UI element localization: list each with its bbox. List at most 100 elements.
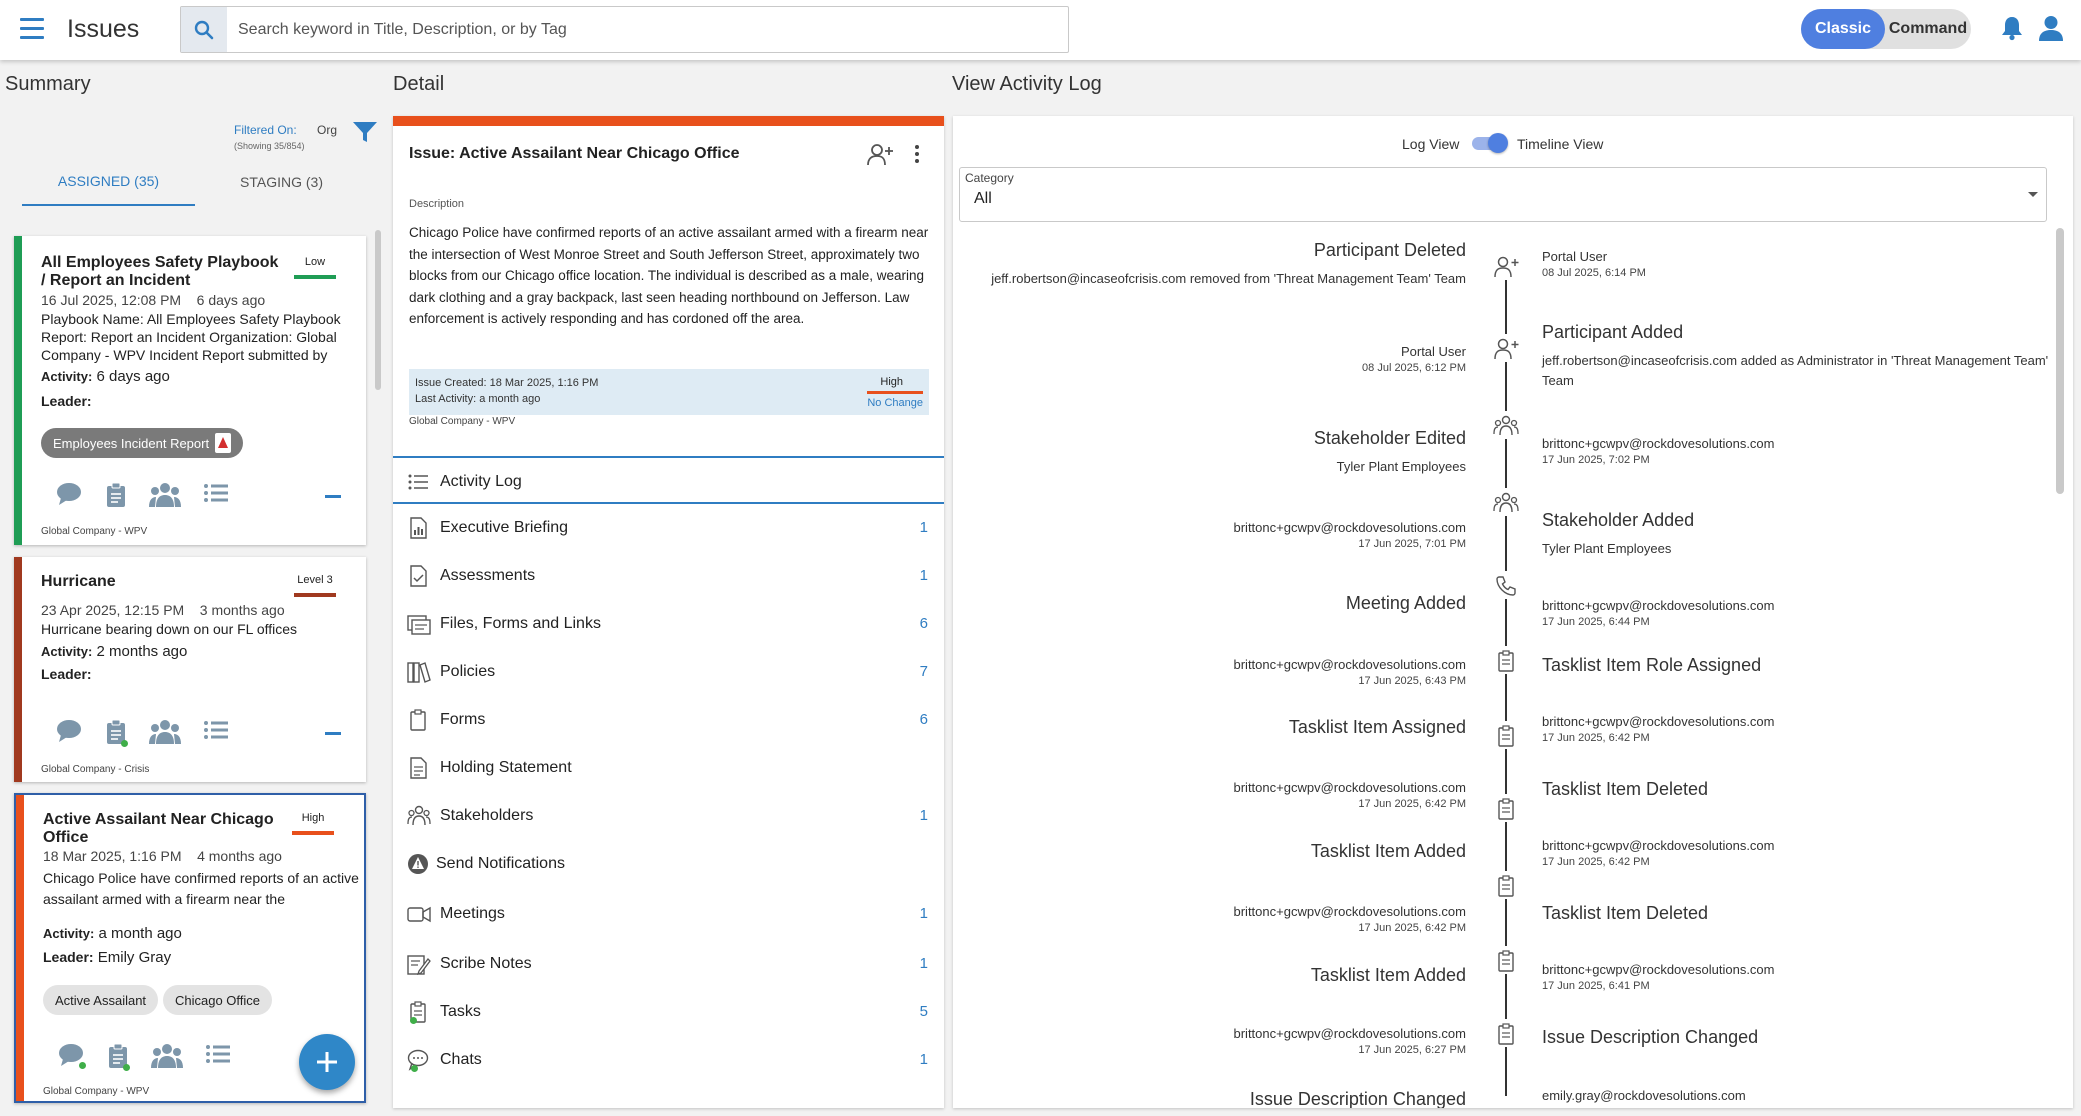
card-org: Global Company - WPV [43,1086,150,1097]
bell-icon[interactable] [2000,15,2024,46]
report-doc-icon [407,517,429,539]
tab-assigned[interactable]: ASSIGNED (35) [22,158,195,206]
card-activity: Activity: a month ago [43,925,182,942]
card-color-bar [14,236,22,545]
priority-color-bar [393,116,944,126]
log-event: Tasklist Item Assigned [1288,717,1466,737]
search-bar[interactable] [180,6,1069,53]
log-event: Tasklist Item Added [1310,965,1466,985]
clipboard-icon[interactable] [108,1043,130,1074]
app-title: Issues [67,15,140,43]
log-event-meta: brittonc+gcwpv@rockdovesolutions.com 17 … [1542,714,1775,744]
summary-scrollbar[interactable] [375,230,381,390]
list-icon[interactable] [203,482,229,509]
issue-description: Chicago Police have confirmed reports of… [409,225,929,326]
chat-bubble-icon[interactable] [56,482,82,511]
tag-chip[interactable]: Active Assailant [43,985,159,1015]
log-scrollbar[interactable] [2056,228,2064,494]
tag-chip[interactable]: Chicago Office [163,985,273,1015]
filter-count: (Showing 35/854) [234,141,305,151]
classic-mode-button[interactable]: Classic [1801,9,1885,49]
activity-log-panel: Log View Timeline View Category All Part… [953,116,2073,1108]
issue-card[interactable]: Hurricane Level 3 23 Apr 2025, 12:15 PM … [14,557,366,782]
log-event: Stakeholder Edited Tyler Plant Employees [1313,428,1466,474]
stakeholders-icon [407,805,431,827]
category-select[interactable]: Category All [959,167,2047,222]
card-activity: Activity: 2 months ago [41,643,188,660]
search-icon[interactable] [181,7,227,52]
assessment-doc-icon [407,565,429,587]
priority-badge: High [292,812,334,835]
collapse-icon[interactable] [325,495,341,498]
tasks-clipboard-icon [407,1001,429,1024]
clipboard-icon[interactable] [106,719,128,750]
collapse-icon[interactable] [325,732,341,735]
chat-bubble-icon[interactable] [56,719,82,748]
menu-chats[interactable]: Chats 1 [393,1036,944,1084]
menu-executive-briefing[interactable]: Executive Briefing 1 [393,504,944,552]
stakeholders-icon [1493,490,1519,516]
log-event-meta: brittonc+gcwpv@rockdovesolutions.com 17 … [1233,657,1467,687]
tab-staging[interactable]: STAGING (3) [195,158,368,206]
list-icon [407,471,429,493]
menu-stakeholders[interactable]: Stakeholders 1 [393,792,944,840]
card-title: All Employees Safety Playbook / Report a… [41,254,279,289]
log-event: Issue Description Changed [1542,1027,1759,1047]
command-mode-button[interactable]: Command [1885,9,1971,49]
card-leader: Leader: Emily Gray [43,949,172,966]
dropdown-arrow-icon[interactable] [2028,192,2038,197]
add-participant-icon[interactable] [866,143,894,172]
filter-funnel-icon[interactable] [352,120,378,149]
people-group-icon[interactable] [149,719,181,750]
log-event-meta: brittonc+gcwpv@rockdovesolutions.com 17 … [1233,1026,1467,1056]
people-group-icon[interactable] [151,1043,183,1074]
top-bar: Issues Classic Command [0,0,2081,60]
tag-chip[interactable]: Employees Incident Report [41,428,244,458]
detail-panel: Issue: Active Assailant Near Chicago Off… [393,116,944,1108]
view-switch[interactable] [1470,133,1508,153]
priority-label: High [880,376,903,388]
view-mode-toggle[interactable]: Classic Command [1801,9,1971,49]
card-date: 23 Apr 2025, 12:15 PM 3 months ago [41,602,285,618]
menu-holding-statement[interactable]: Holding Statement [393,744,944,792]
filter-label: Filtered On: [234,123,297,137]
log-event: Stakeholder Added Tyler Plant Employees [1542,510,1695,556]
card-leader: Leader: [41,393,92,409]
menu-activity-log[interactable]: Activity Log [393,456,944,504]
hamburger-menu-icon[interactable] [20,18,44,40]
clipboard-icon[interactable] [106,482,126,513]
files-icon [407,613,431,635]
log-event-meta: Portal User 08 Jul 2025, 6:12 PM [1362,344,1466,374]
priority-change[interactable]: No Change [867,397,923,409]
clipboard-icon [1493,948,1519,974]
issue-card[interactable]: All Employees Safety Playbook / Report a… [14,236,366,545]
menu-policies[interactable]: Policies 7 [393,648,944,696]
people-group-icon[interactable] [149,482,181,513]
search-input[interactable] [238,16,1048,43]
menu-files-forms-links[interactable]: Files, Forms and Links 6 [393,600,944,648]
log-event: Participant Deleted jeff.robertson@incas… [991,240,1466,286]
filter-info: Filtered On: Org (Showing 35/854) [234,120,384,154]
user-profile-icon[interactable] [2037,14,2065,47]
chat-bubble-icon[interactable] [58,1043,86,1072]
more-options-icon[interactable] [913,144,921,169]
list-icon[interactable] [205,1043,231,1070]
log-event: Tasklist Item Added [1310,841,1466,861]
menu-send-notifications[interactable]: Send Notifications [393,840,944,888]
list-icon[interactable] [203,719,229,746]
log-event-meta: brittonc+gcwpv@rockdovesolutions.com 17 … [1233,520,1467,550]
issue-meta: Issue Created: 18 Mar 2025, 1:16 PM Last… [409,369,929,415]
menu-forms[interactable]: Forms 6 [393,696,944,744]
pdf-report-icon [215,433,232,453]
add-person-icon [1493,336,1519,362]
log-event: Meeting Added [1345,593,1466,613]
add-issue-button[interactable] [299,1034,355,1090]
menu-tasks[interactable]: Tasks 5 [393,988,944,1036]
phone-icon [1493,573,1519,599]
video-camera-icon [407,903,431,925]
menu-scribe-notes[interactable]: Scribe Notes 1 [393,940,944,988]
menu-meetings[interactable]: Meetings 1 [393,890,944,938]
log-event: Participant Added jeff.robertson@incaseo… [1542,322,2049,388]
clipboard-icon [1493,796,1519,822]
menu-assessments[interactable]: Assessments 1 [393,552,944,600]
